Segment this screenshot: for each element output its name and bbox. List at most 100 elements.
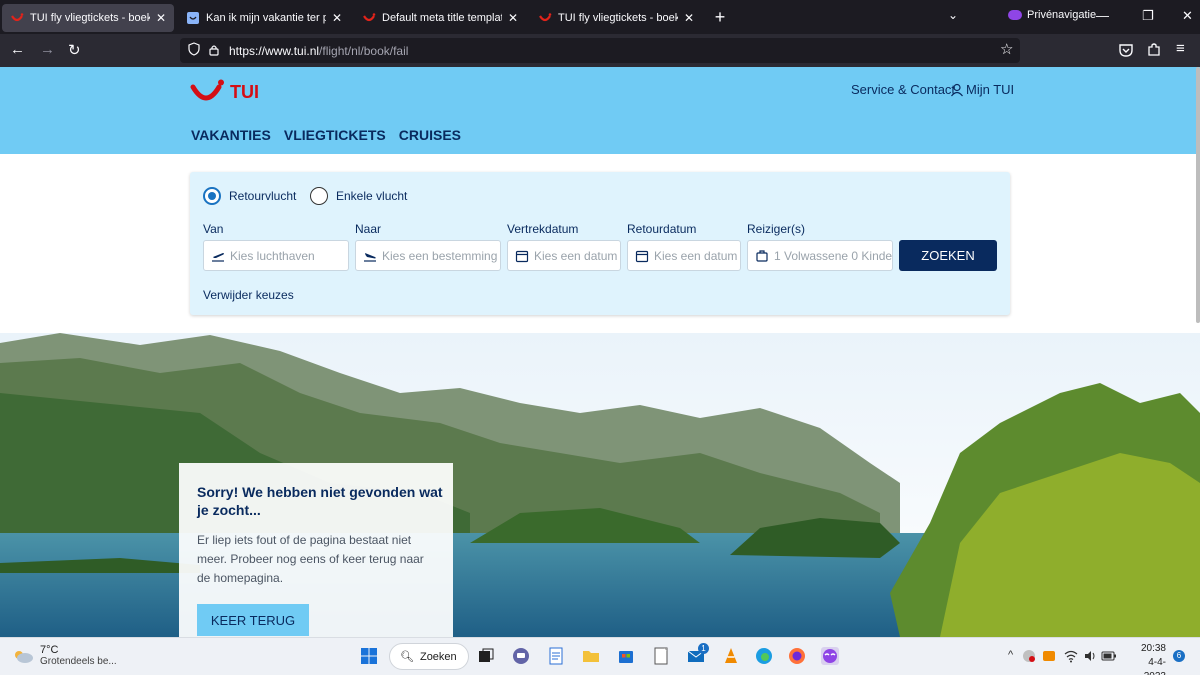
flight-search-form: Retourvlucht Enkele vlucht Van Kies luch… (190, 172, 1010, 315)
depart-label: Vertrekdatum (507, 222, 579, 236)
file-explorer-icon[interactable] (581, 646, 601, 666)
clock-date: 4-4-2023 (1144, 657, 1166, 675)
tui-logo[interactable]: TUI (190, 79, 259, 105)
tracking-protection-shield-icon[interactable] (188, 42, 200, 56)
teams-chat-icon[interactable] (511, 646, 531, 666)
document-app-icon[interactable] (546, 646, 566, 666)
mijn-tui-link[interactable]: Mijn TUI (950, 82, 1014, 97)
main-navigation: VAKANTIES VLIEGTICKETS CRUISES (191, 127, 474, 143)
padlock-icon[interactable] (209, 44, 219, 56)
task-view-icon[interactable] (476, 646, 496, 666)
nav-cruises[interactable]: CRUISES (399, 127, 461, 143)
private-browsing-indicator: Privénavigatie (1008, 9, 1096, 21)
url-host: https://www.tui.nl (229, 44, 320, 58)
return-label: Retourdatum (627, 222, 697, 236)
close-window-icon[interactable]: ✕ (1182, 8, 1193, 24)
radio-retourvlucht[interactable]: Retourvlucht (203, 187, 296, 205)
nav-vliegtickets[interactable]: VLIEGTICKETS (284, 127, 386, 143)
back-arrow-icon[interactable]: ← (10, 41, 25, 58)
forward-arrow-icon[interactable]: → (40, 41, 55, 58)
restore-icon[interactable]: ❐ (1142, 8, 1154, 24)
mail-badge: 1 (698, 643, 709, 654)
plane-landing-icon (364, 252, 376, 262)
system-clock[interactable]: 20:38 4-4-2023 (1126, 642, 1166, 675)
from-label: Van (203, 222, 224, 236)
tab-title: TUI fly vliegtickets - boek goedkope (30, 12, 150, 24)
from-placeholder: Kies luchthaven (230, 248, 315, 263)
taskbar-search-label: Zoeken (419, 650, 457, 663)
battery-icon[interactable] (1101, 650, 1117, 662)
private-mask-icon (1008, 10, 1022, 20)
tab-tui-fly-active[interactable]: TUI fly vliegtickets - boek goedkope ✕ (2, 4, 174, 32)
clear-choices-link[interactable]: Verwijder keuzes (203, 288, 294, 302)
radio-unselected-icon (310, 187, 328, 205)
travellers-value: 1 Volwassene 0 Kinderen (774, 248, 893, 263)
weather-widget[interactable]: 7°C Grotendeels be... (12, 644, 117, 668)
page-scrollbar[interactable] (1196, 67, 1200, 323)
notification-count-badge[interactable]: 6 (1173, 650, 1185, 662)
weather-condition: Grotendeels be... (40, 656, 117, 667)
return-placeholder: Kies een datum (654, 248, 738, 263)
url-text[interactable]: https://www.tui.nl/flight/nl/book/fail (229, 44, 408, 58)
search-button[interactable]: ZOEKEN (899, 240, 997, 271)
pocket-icon[interactable] (1118, 42, 1134, 58)
edge-browser-icon[interactable] (754, 646, 774, 666)
radio-label: Enkele vlucht (336, 189, 408, 203)
weather-temperature: 7°C (40, 644, 59, 656)
tab-title: TUI fly vliegtickets - boek goedkope (558, 12, 678, 24)
travellers-label: Reiziger(s) (747, 222, 806, 236)
to-placeholder: Kies een bestemming (382, 248, 498, 263)
hero-landscape-image: Sorry! We hebben niet gevonden wat je zo… (0, 333, 1200, 637)
show-hidden-icons[interactable]: ^ (1008, 649, 1013, 661)
go-back-button[interactable]: KEER TERUG (197, 604, 309, 636)
tab-tui-fly[interactable]: TUI fly vliegtickets - boek goedkope ✕ (530, 4, 702, 32)
close-tab-icon[interactable]: ✕ (508, 11, 518, 25)
depart-placeholder: Kies een datum (534, 248, 618, 263)
logo-text: TUI (230, 82, 259, 102)
app-menu-icon[interactable]: ≡ (1176, 40, 1185, 57)
return-date-input[interactable]: Kies een datum (627, 240, 741, 271)
plane-takeoff-icon (212, 252, 224, 262)
page-favicon-icon (186, 11, 200, 25)
travellers-input[interactable]: 1 Volwassene 0 Kinderen (747, 240, 893, 271)
extensions-puzzle-icon[interactable] (1146, 42, 1162, 58)
firefox-private-icon[interactable] (820, 646, 840, 666)
vlc-icon[interactable] (721, 646, 741, 666)
error-body: Er liep iets fout of de pagina bestaat n… (197, 533, 424, 585)
tui-favicon-icon (538, 11, 552, 25)
security-tray-icon[interactable] (1042, 649, 1056, 663)
radio-label: Retourvlucht (229, 189, 297, 203)
tab-vakantie-verlengen[interactable]: Kan ik mijn vakantie ter plaatse verleng… (178, 4, 350, 32)
windows-start-icon[interactable] (359, 646, 379, 666)
bookmark-star-icon[interactable]: ☆ (1000, 40, 1013, 58)
mijn-tui-label: Mijn TUI (966, 82, 1015, 97)
radio-enkele-vlucht[interactable]: Enkele vlucht (310, 187, 407, 205)
firefox-icon[interactable] (787, 646, 807, 666)
notepad-icon[interactable] (651, 646, 671, 666)
volume-icon[interactable] (1083, 649, 1097, 663)
error-message-card: Sorry! We hebben niet gevonden wat je zo… (179, 463, 453, 637)
wifi-icon[interactable] (1064, 649, 1078, 663)
partly-cloudy-icon (15, 651, 33, 663)
windows-taskbar: 7°C Grotendeels be... 🔍︎ Zoeken 1 ^ 20:3… (0, 637, 1200, 675)
destination-input[interactable]: Kies een bestemming (355, 240, 501, 271)
depart-date-input[interactable]: Kies een datum (507, 240, 621, 271)
reload-icon[interactable]: ↻ (68, 41, 81, 59)
tui-favicon-icon (10, 11, 24, 25)
tab-default-meta-title[interactable]: Default meta title template for ✕ (354, 4, 526, 32)
minimize-icon[interactable]: — (1096, 8, 1109, 23)
close-tab-icon[interactable]: ✕ (684, 11, 694, 25)
new-tab-button[interactable]: + (710, 7, 730, 28)
luggage-icon (756, 249, 768, 262)
close-tab-icon[interactable]: ✕ (156, 11, 166, 25)
service-contact-link[interactable]: Service & Contact (851, 82, 955, 97)
taskbar-search-box[interactable]: 🔍︎ Zoeken (389, 643, 469, 670)
from-airport-input[interactable]: Kies luchthaven (203, 240, 349, 271)
microsoft-store-icon[interactable] (616, 646, 636, 666)
close-tab-icon[interactable]: ✕ (332, 11, 342, 25)
list-all-tabs-icon[interactable]: ⌄ (948, 8, 958, 22)
user-icon (951, 83, 963, 96)
nav-vakanties[interactable]: VAKANTIES (191, 127, 271, 143)
tray-app-icon[interactable] (1022, 649, 1036, 663)
calendar-icon (515, 250, 529, 262)
